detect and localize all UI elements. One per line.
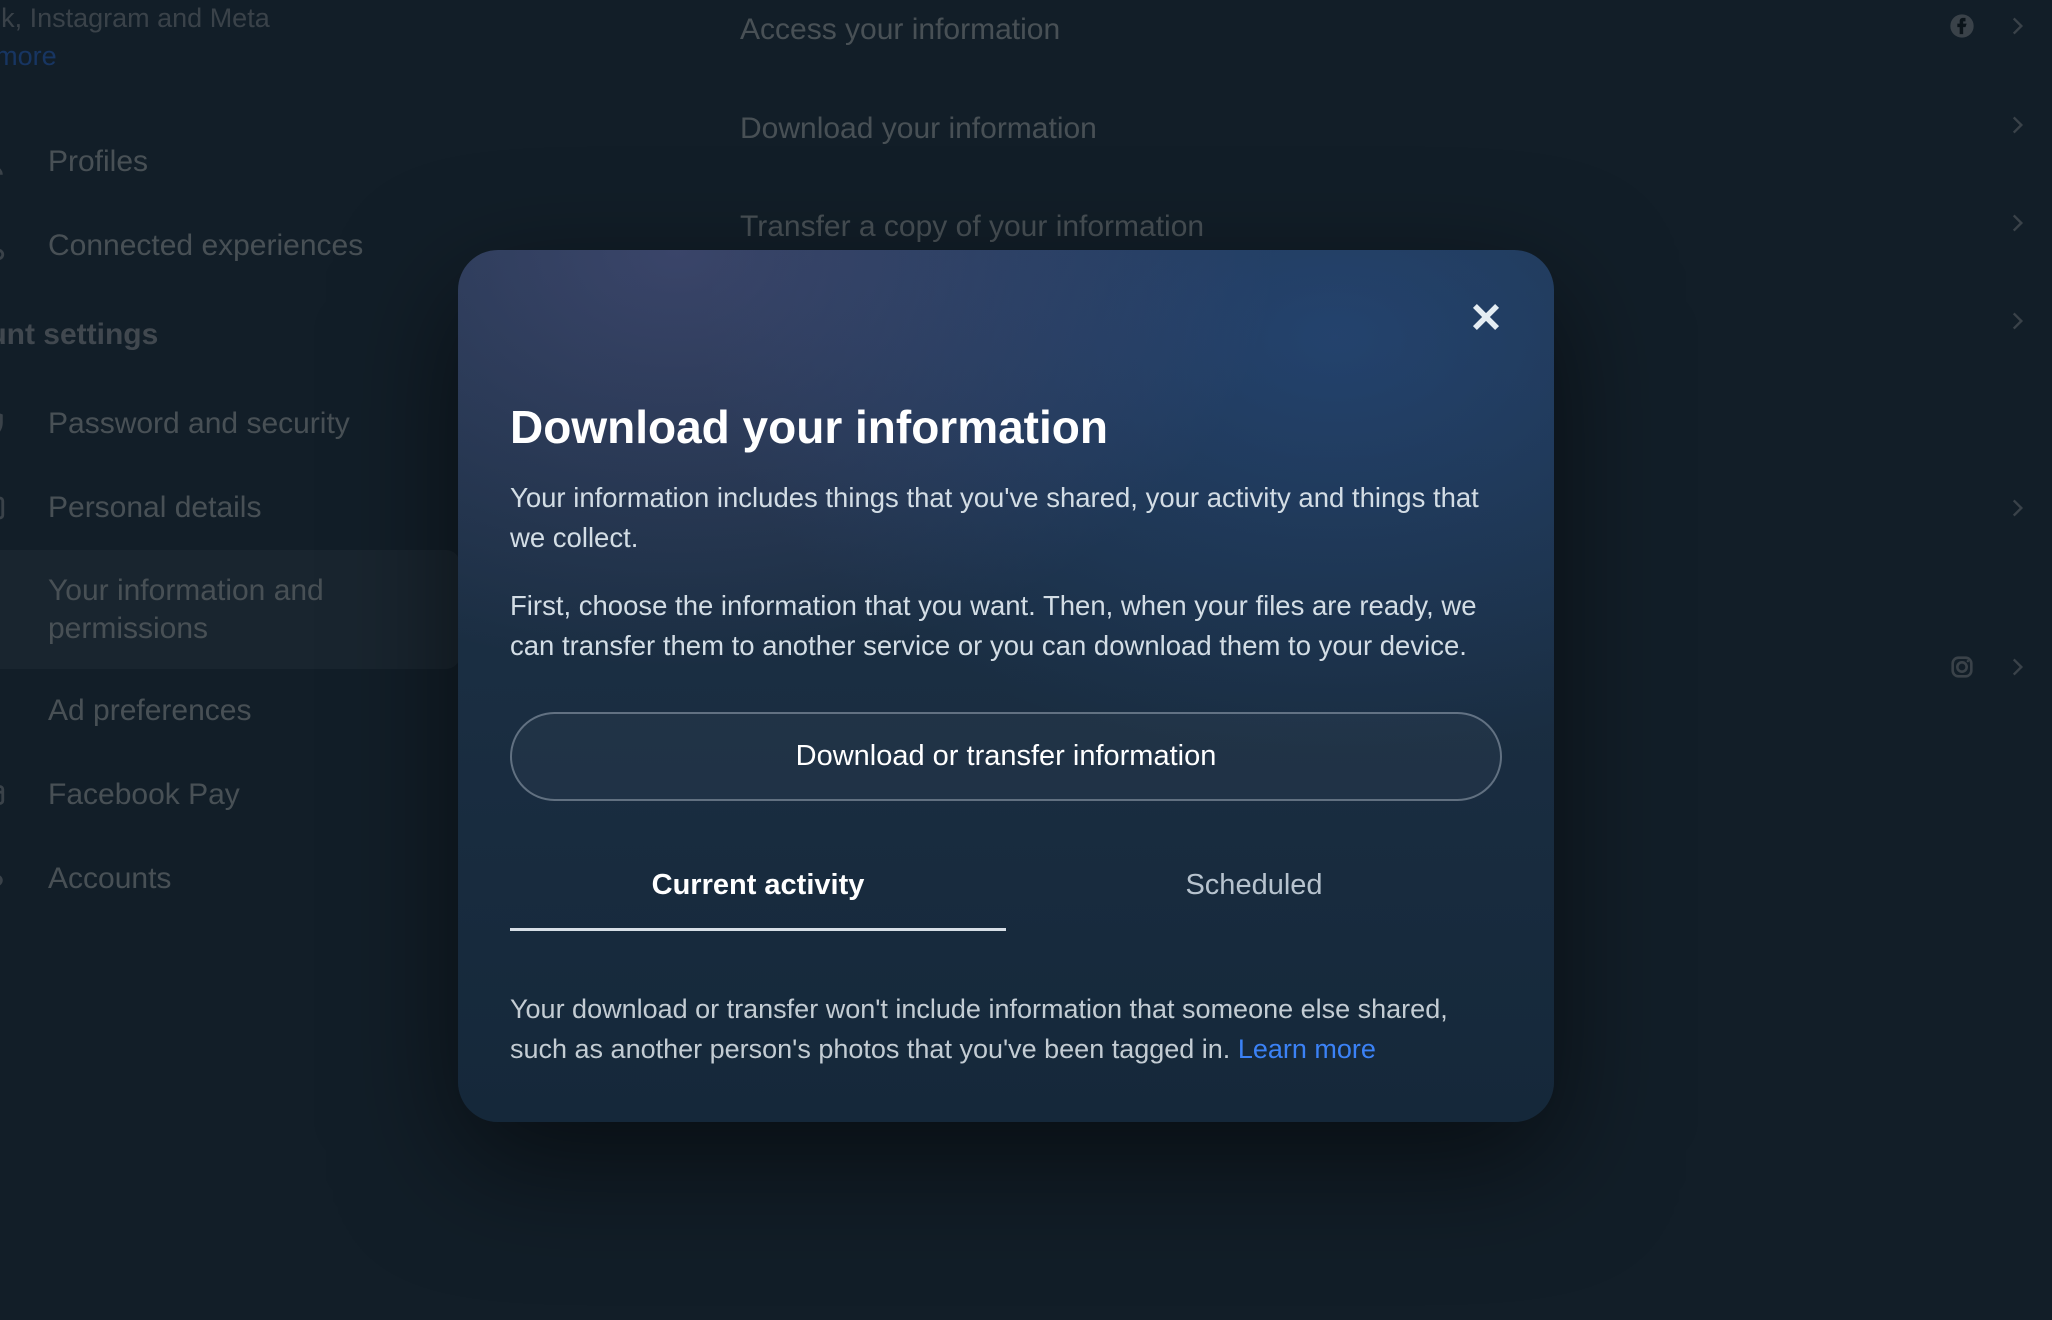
tab-current-activity[interactable]: Current activity xyxy=(510,843,1006,931)
tab-scheduled[interactable]: Scheduled xyxy=(1006,843,1502,931)
close-button[interactable] xyxy=(1458,290,1514,346)
download-or-transfer-button[interactable]: Download or transfer information xyxy=(510,712,1502,801)
modal-paragraph-1: Your information includes things that yo… xyxy=(510,478,1502,558)
download-information-modal: Download your information Your informati… xyxy=(458,250,1554,1122)
modal-paragraph-2: First, choose the information that you w… xyxy=(510,586,1502,666)
modal-title: Download your information xyxy=(510,400,1502,454)
modal-tabs: Current activity Scheduled xyxy=(510,843,1502,931)
modal-footnote: Your download or transfer won't include … xyxy=(510,989,1502,1070)
close-icon xyxy=(1467,298,1505,339)
footnote-learn-more-link[interactable]: Learn more xyxy=(1238,1034,1376,1064)
